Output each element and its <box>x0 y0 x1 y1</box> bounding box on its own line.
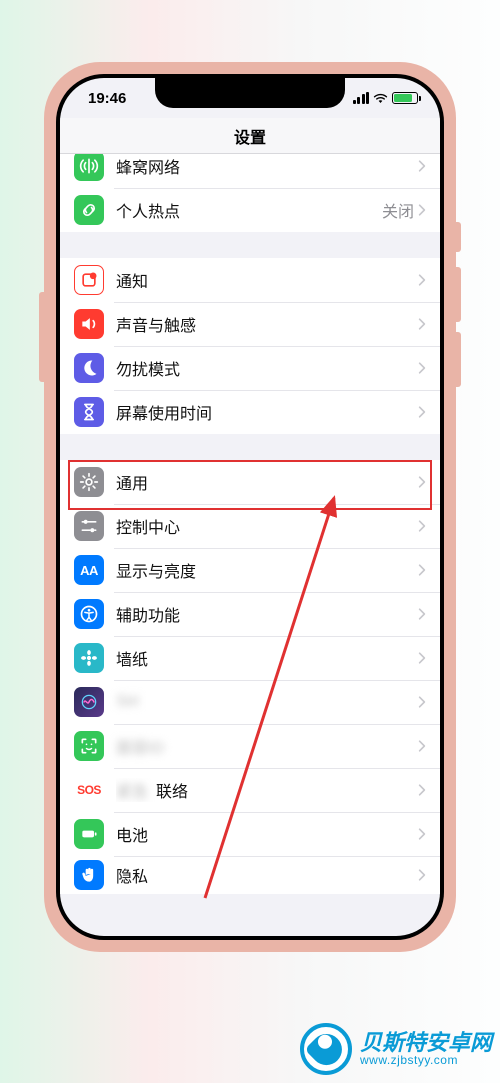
row-sounds[interactable]: 声音与触感 <box>60 302 440 346</box>
watermark-logo <box>300 1023 352 1075</box>
aa-label: AA <box>80 563 98 578</box>
volume-down-button <box>456 332 461 387</box>
row-privacy[interactable]: 隐私 <box>60 856 440 894</box>
row-label: 隐私 <box>116 863 418 887</box>
watermark: 贝斯特安卓网 www.zjbstyy.com <box>300 1023 492 1075</box>
chevron-right-icon <box>418 159 426 173</box>
accessibility-icon <box>74 599 104 629</box>
status-time: 19:46 <box>88 90 126 107</box>
page-title: 设置 <box>234 124 266 148</box>
chevron-right-icon <box>418 783 426 797</box>
phone-bezel: 19:46 设置 <box>56 74 444 940</box>
row-sos[interactable]: SOS 紧急联络 <box>60 768 440 812</box>
row-screentime[interactable]: 屏幕使用时间 <box>60 390 440 434</box>
row-label: 面容ID <box>116 734 418 758</box>
status-indicators <box>353 92 419 104</box>
power-button <box>39 292 44 382</box>
settings-scroll[interactable]: 蜂窝网络 个人热点 关闭 <box>60 154 440 936</box>
battery-row-icon <box>74 819 104 849</box>
row-label: 蜂窝网络 <box>116 154 418 178</box>
chevron-right-icon <box>418 203 426 217</box>
chevron-right-icon <box>418 695 426 709</box>
antenna-icon <box>74 154 104 181</box>
sos-icon: SOS <box>74 775 104 805</box>
row-label: 个人热点 <box>116 198 382 222</box>
row-cellular[interactable]: 蜂窝网络 <box>60 154 440 188</box>
row-accessibility[interactable]: 辅助功能 <box>60 592 440 636</box>
row-value: 关闭 <box>382 198 414 222</box>
row-faceid[interactable]: 面容ID <box>60 724 440 768</box>
link-icon <box>74 195 104 225</box>
row-display[interactable]: AA 显示与亮度 <box>60 548 440 592</box>
settings-group-notifications: 通知 声音与触感 <box>60 258 440 434</box>
chevron-right-icon <box>418 317 426 331</box>
settings-group-general: 通用 控制中心 AA <box>60 460 440 894</box>
row-dnd[interactable]: 勿扰模式 <box>60 346 440 390</box>
volume-up-button <box>456 267 461 322</box>
row-label: 显示与亮度 <box>116 558 418 582</box>
wifi-icon <box>373 92 388 104</box>
watermark-url: www.zjbstyy.com <box>360 1054 492 1067</box>
row-battery[interactable]: 电池 <box>60 812 440 856</box>
chevron-right-icon <box>418 739 426 753</box>
face-id-icon <box>74 731 104 761</box>
row-notifications[interactable]: 通知 <box>60 258 440 302</box>
chevron-right-icon <box>418 519 426 533</box>
row-hotspot[interactable]: 个人热点 关闭 <box>60 188 440 232</box>
settings-group-network: 蜂窝网络 个人热点 关闭 <box>60 154 440 232</box>
hourglass-icon <box>74 397 104 427</box>
row-label: 屏幕使用时间 <box>116 400 418 424</box>
siri-icon <box>74 687 104 717</box>
screen: 19:46 设置 <box>60 78 440 936</box>
text-size-icon: AA <box>74 555 104 585</box>
row-wallpaper[interactable]: 墙纸 <box>60 636 440 680</box>
hand-icon <box>74 860 104 890</box>
notification-icon <box>74 265 104 295</box>
row-label: 通用 <box>116 470 418 494</box>
row-control-center[interactable]: 控制中心 <box>60 504 440 548</box>
chevron-right-icon <box>418 868 426 882</box>
row-general[interactable]: 通用 <box>60 460 440 504</box>
chevron-right-icon <box>418 563 426 577</box>
watermark-title: 贝斯特安卓网 <box>360 1031 492 1054</box>
mute-switch <box>456 222 461 252</box>
row-label: 勿扰模式 <box>116 356 418 380</box>
cellular-signal-icon <box>353 92 370 104</box>
notch <box>155 78 345 108</box>
row-label: 电池 <box>116 822 418 846</box>
row-label: 辅助功能 <box>116 602 418 626</box>
moon-icon <box>74 353 104 383</box>
row-label: Siri <box>116 693 418 711</box>
row-label: 墙纸 <box>116 646 418 670</box>
chevron-right-icon <box>418 475 426 489</box>
row-siri[interactable]: Siri <box>60 680 440 724</box>
speaker-icon <box>74 309 104 339</box>
flower-icon <box>74 643 104 673</box>
chevron-right-icon <box>418 361 426 375</box>
chevron-right-icon <box>418 273 426 287</box>
gear-icon <box>74 467 104 497</box>
chevron-right-icon <box>418 651 426 665</box>
row-label: 紧急联络 <box>116 778 418 802</box>
canvas: 19:46 设置 <box>0 0 500 1083</box>
row-label: 控制中心 <box>116 514 418 538</box>
row-label: 声音与触感 <box>116 312 418 336</box>
chevron-right-icon <box>418 405 426 419</box>
chevron-right-icon <box>418 827 426 841</box>
phone-frame: 19:46 设置 <box>44 62 456 952</box>
page-title-bar: 设置 <box>60 118 440 154</box>
row-label: 通知 <box>116 268 418 292</box>
chevron-right-icon <box>418 607 426 621</box>
battery-icon <box>392 92 418 104</box>
sliders-icon <box>74 511 104 541</box>
sos-label: SOS <box>77 783 101 797</box>
